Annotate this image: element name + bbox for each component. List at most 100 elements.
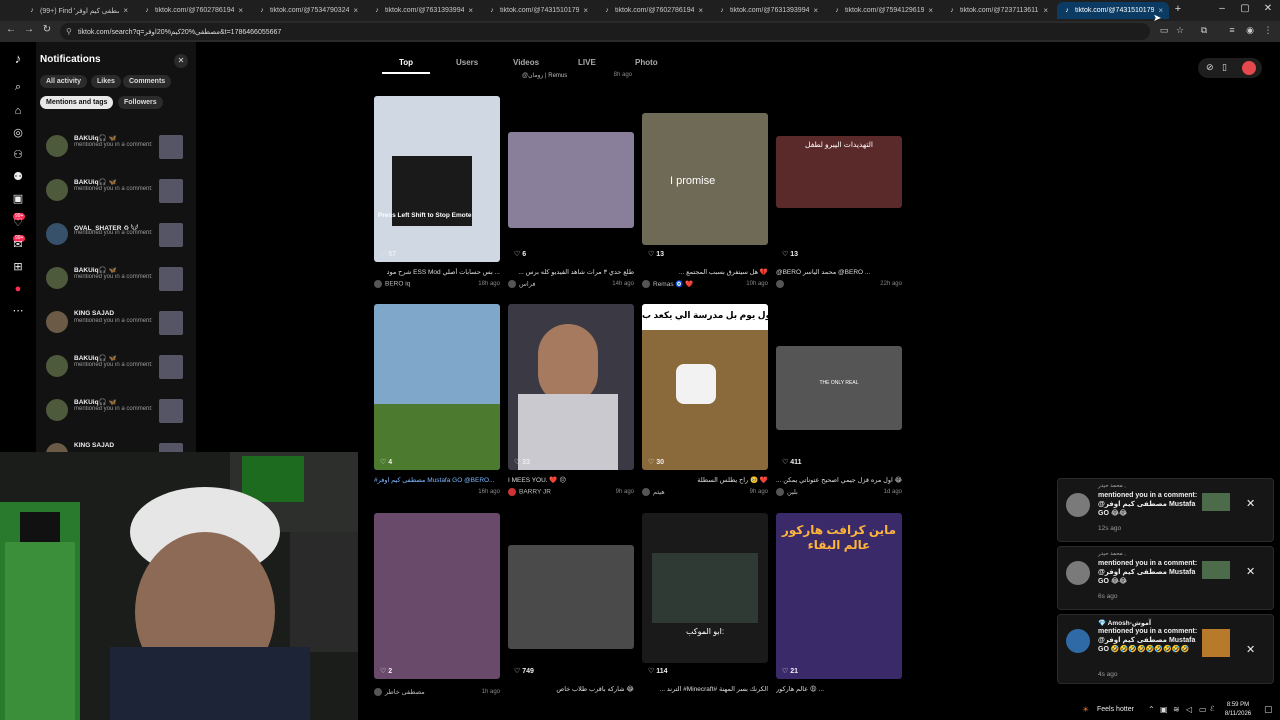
video-thumbnail[interactable]: [508, 132, 634, 228]
notification-video-thumbnail[interactable]: [159, 355, 183, 379]
game-icon[interactable]: [1242, 61, 1256, 75]
weather-text[interactable]: Feels hotter: [1097, 706, 1134, 713]
close-tab-icon[interactable]: ×: [123, 6, 128, 15]
mention-toast[interactable]: محمد حيدر , mentioned you in a comment: …: [1057, 546, 1274, 610]
browser-tab[interactable]: ♪ tiktok.com/@74315101798... ×: [482, 2, 594, 19]
compass-icon[interactable]: ⊘: [1206, 62, 1214, 73]
toast-video-thumbnail[interactable]: [1202, 561, 1230, 579]
video-author[interactable]: BERO iq: [374, 280, 410, 288]
activity-icon[interactable]: ♡: [11, 216, 25, 230]
live-icon[interactable]: ▣: [11, 192, 25, 206]
new-tab-button[interactable]: +: [1170, 3, 1186, 15]
bookmark-star-icon[interactable]: ☆: [1174, 25, 1186, 36]
notification-item[interactable]: OVAL_SHATER ♻ 𓆩𓆪 mentioned you in a comm…: [44, 218, 186, 258]
address-bar[interactable]: ⚲ tiktok.com/search?q=مصطفى%20كيم%20اوفر…: [60, 23, 1150, 40]
close-tab-icon[interactable]: ×: [583, 6, 588, 15]
video-author[interactable]: [776, 280, 787, 288]
video-author[interactable]: بلين: [776, 488, 798, 497]
video-card[interactable]: THE ONLY REAL ♡ 411 ... اول مره قزل جيمي…: [776, 304, 904, 504]
browser-tab[interactable]: ♪ tiktok.com/@75941296197... ×: [827, 2, 939, 19]
following-icon[interactable]: ⚇: [11, 148, 25, 162]
video-description[interactable]: راح يطلس السطلة 🥺 ❤️: [642, 476, 768, 484]
notification-video-thumbnail[interactable]: [159, 135, 183, 159]
clock-date[interactable]: 8/11/2026: [1220, 711, 1256, 717]
video-description[interactable]: شرح مود ESS Mod بس حسابات أصلي ...: [374, 268, 500, 276]
more-icon[interactable]: ⋯: [11, 304, 25, 318]
profile-icon[interactable]: ●: [11, 282, 25, 296]
avatar[interactable]: [46, 179, 68, 201]
notification-user[interactable]: BAKUiq🎧 🦋: [74, 266, 117, 274]
video-thumbnail[interactable]: I promise: [642, 113, 768, 245]
browser-tab[interactable]: ♪ tiktok.com/@75347903248... ×: [252, 2, 364, 19]
back-button[interactable]: ←: [4, 24, 18, 35]
clock-time[interactable]: 8:59 PM: [1220, 702, 1256, 708]
notification-item[interactable]: BAKUiq🎧 🦋 mentioned you in a comment: @م…: [44, 130, 186, 170]
device-icon[interactable]: ▯: [1222, 62, 1227, 73]
browser-menu-icon[interactable]: ⋮: [1262, 25, 1274, 36]
notification-item[interactable]: BAKUiq🎧 🦋 mentioned you in a comment: @م…: [44, 174, 186, 214]
filter-all-activity[interactable]: All activity: [40, 75, 88, 88]
media-icon[interactable]: ≡: [1226, 25, 1238, 35]
video-card[interactable]: ماين كرافت هاركور عالم البقاء ♡ 21 عالم …: [776, 513, 904, 703]
video-description[interactable]: ... الترند #Minecraft# الكرنك بسر المهنة: [642, 685, 768, 693]
wifi-icon[interactable]: ≋: [1173, 705, 1180, 714]
browser-tab[interactable]: ♪ tiktok.com/@72371136116... ×: [942, 2, 1054, 19]
video-card[interactable]: ♡ 4 #مصطفى كيم اوفر Mustafa GO @BERO... …: [374, 304, 502, 504]
notification-video-thumbnail[interactable]: [159, 311, 183, 335]
friends-icon[interactable]: ⚉: [11, 170, 25, 184]
video-card[interactable]: Press Left Shift to Stop Emote ♡ 57 شرح …: [374, 96, 502, 296]
video-card[interactable]: I promise ♡ 13 ... هل سيتفرق بسبب المجتم…: [642, 96, 770, 296]
video-description[interactable]: ... هل سيتفرق بسبب المجتمع 💔: [642, 268, 768, 276]
extensions-icon[interactable]: ⧉: [1198, 25, 1210, 36]
tab-users[interactable]: Users: [456, 58, 478, 67]
notification-user[interactable]: KING SAJAD: [74, 310, 114, 317]
avatar[interactable]: [46, 223, 68, 245]
filter-comments[interactable]: Comments: [123, 75, 172, 88]
home-icon[interactable]: ⌂: [11, 104, 25, 118]
messages-icon[interactable]: ✉: [11, 238, 25, 252]
close-tab-icon[interactable]: ×: [928, 6, 933, 15]
search-icon[interactable]: ⌕: [11, 80, 25, 94]
video-author[interactable]: فراس: [508, 280, 535, 289]
avatar[interactable]: [46, 355, 68, 377]
tab-photo[interactable]: Photo: [635, 58, 658, 67]
close-icon[interactable]: ✕: [1246, 497, 1255, 510]
notification-video-thumbnail[interactable]: [159, 267, 183, 291]
browser-tab[interactable]: ♪ tiktok.com/@76027861942... ×: [597, 2, 709, 19]
video-thumbnail[interactable]: Press Left Shift to Stop Emote: [374, 96, 500, 262]
video-description[interactable]: I MEES YOU. ❤️ 😔: [508, 476, 634, 484]
upload-icon[interactable]: ⊞: [11, 260, 25, 274]
close-tab-icon[interactable]: ×: [698, 6, 703, 15]
notification-item[interactable]: BAKUiq🎧 🦋 mentioned you in a comment: @م…: [44, 394, 186, 434]
avatar[interactable]: [46, 267, 68, 289]
notification-video-thumbnail[interactable]: [159, 179, 183, 203]
tab-top[interactable]: Top: [399, 58, 413, 67]
avatar[interactable]: [46, 443, 68, 452]
mention-toast[interactable]: محمد حيدر , mentioned you in a comment: …: [1057, 478, 1274, 542]
filter-mentions-and-tags[interactable]: Mentions and tags: [40, 96, 114, 109]
video-thumbnail[interactable]: [508, 304, 634, 470]
avatar[interactable]: [1066, 493, 1090, 517]
video-thumbnail[interactable]: THE ONLY REAL: [776, 346, 902, 430]
notification-video-thumbnail[interactable]: [159, 399, 183, 423]
avatar[interactable]: [46, 311, 68, 333]
video-thumbnail[interactable]: ماين كرافت هاركور عالم البقاء: [776, 513, 902, 679]
notification-item[interactable]: BAKUiq🎧 🦋 mentioned you in a comment: @م…: [44, 350, 186, 390]
maximize-button[interactable]: ▢: [1237, 3, 1253, 14]
video-thumbnail[interactable]: [374, 304, 500, 470]
site-info-icon[interactable]: ⚲: [66, 27, 72, 36]
video-author[interactable]: هيثم: [642, 488, 665, 497]
video-description[interactable]: عالم هاركور 😩 ...: [776, 685, 902, 693]
battery-icon[interactable]: ▭: [1199, 705, 1207, 714]
close-tab-icon[interactable]: ×: [1043, 6, 1048, 15]
tiktok-logo-icon[interactable]: ♪: [11, 52, 25, 66]
video-author[interactable]: BARRY JR: [508, 488, 551, 496]
reload-button[interactable]: ↻: [40, 24, 54, 35]
notification-user[interactable]: KING SAJAD: [74, 442, 114, 449]
filter-likes[interactable]: Likes: [91, 75, 121, 88]
video-card[interactable]: ♡ 6 ... طلع حدي ٣ مرات شاهد الفيديو كله …: [508, 96, 636, 296]
video-description[interactable]: ... اول مره قزل جيمي اصحيح عتوناتي يمكن …: [776, 476, 902, 484]
avatar[interactable]: [1066, 629, 1090, 653]
video-author[interactable]: Remas 🧿 ❤️: [642, 280, 693, 289]
video-thumbnail[interactable]: [374, 513, 500, 679]
